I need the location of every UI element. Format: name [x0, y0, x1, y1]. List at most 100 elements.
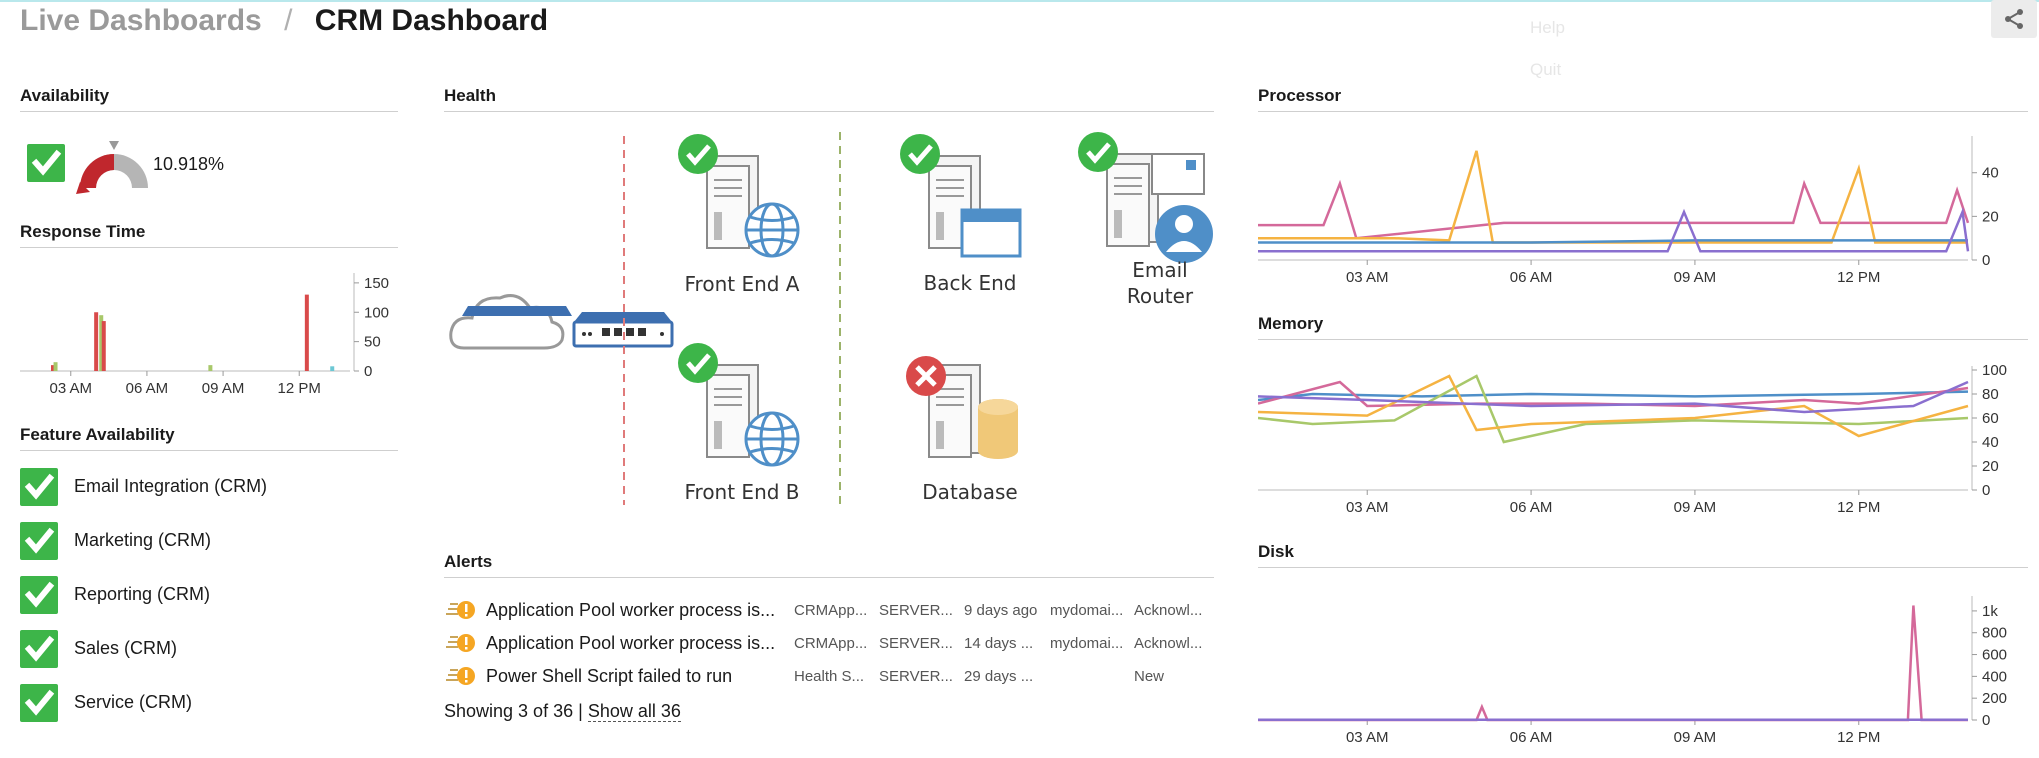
disk-x-tick-label: 03 AM [1346, 729, 1389, 746]
feature-status [20, 522, 58, 560]
switch-icon [462, 306, 572, 316]
warning-icon [446, 667, 475, 685]
disk-y-tick-label: 200 [1982, 690, 2007, 707]
alert-server: SERVER... [879, 668, 953, 685]
availability-value: 10.918% [153, 154, 225, 174]
processor-series-line [1258, 239, 1968, 244]
share-icon [2005, 9, 2023, 29]
memory-title: Memory [1258, 314, 1324, 333]
check-icon [24, 581, 55, 608]
memory-y-tick-label: 40 [1982, 434, 1999, 451]
feature-status [20, 684, 58, 722]
response-time-y-tick-label: 50 [364, 334, 381, 351]
response-time-chart: 03 AM 06 AM 09 AM 12 PM 150 100 50 0 [20, 273, 389, 397]
disk-y-tick-label: 0 [1982, 712, 1990, 729]
processor-series-line [1258, 207, 1970, 253]
back-end-status-ok [900, 134, 940, 174]
response-time-bar [208, 365, 213, 371]
disk-chart: 03 AM 06 AM 09 AM 12 PM 1k 800 600 400 200 0 [1258, 596, 2007, 746]
memory-y-tick-label: 60 [1982, 410, 1999, 427]
breadcrumb: Live Dashboards / CRM Dashboard [20, 4, 548, 38]
alert-source: Health S... [794, 668, 865, 685]
feature-availability-title: Feature Availability [20, 425, 175, 444]
response-time-bar [94, 312, 99, 371]
response-time-y-tick-label: 150 [364, 275, 389, 292]
front-end-a-node[interactable] [678, 134, 800, 258]
alerts-count: Showing 3 of 36 [444, 701, 574, 721]
alert-name[interactable]: Application Pool worker process is... [486, 600, 786, 621]
alert-name[interactable]: Application Pool worker process is... [486, 633, 786, 654]
memory-y-tick-label: 80 [1982, 386, 1999, 403]
feature-label: Email Integration (CRM) [74, 476, 268, 496]
error-icon [906, 356, 946, 396]
feature-label: Marketing (CRM) [74, 530, 212, 550]
feature-status [20, 630, 58, 668]
disk-series-line [1258, 605, 1968, 722]
memory-series-line [1258, 380, 1969, 414]
health-diagram [449, 120, 1213, 505]
feature-label: Reporting (CRM) [74, 584, 211, 604]
show-all-alerts-link[interactable]: Show all 36 [587, 701, 681, 722]
response-time-bar [101, 321, 106, 371]
front-end-a-label: Front End A [684, 272, 800, 296]
response-time-bar [304, 294, 309, 371]
email-router-label-line2: Router [1126, 284, 1194, 308]
disk-divider [1258, 567, 2028, 568]
alert-state: Acknowl... [1134, 602, 1203, 619]
alert-state: New [1134, 668, 1165, 685]
health-divider [444, 111, 1214, 112]
alert-server: SERVER... [879, 602, 953, 619]
disk-title: Disk [1258, 542, 1294, 561]
memory-y-tick-label: 20 [1982, 458, 1999, 475]
alert-row[interactable]: Application Pool worker process is... CR… [444, 596, 1214, 626]
alerts-divider-char: | [578, 701, 583, 721]
disk-x-tick-label: 09 AM [1674, 729, 1717, 746]
email-router-label-line1: Email [1132, 258, 1188, 282]
memory-divider [1258, 339, 2028, 340]
email-router-node[interactable] [1078, 132, 1213, 263]
front-end-b-node[interactable] [678, 343, 800, 467]
breadcrumb-separator: / [284, 4, 293, 37]
response-time-y-tick-label: 0 [364, 363, 372, 380]
alert-age: 9 days ago [964, 602, 1038, 619]
alert-state: Acknowl... [1134, 635, 1203, 652]
share-button[interactable] [1991, 0, 2037, 38]
alert-domain: mydomai... [1050, 635, 1124, 652]
alert-name[interactable]: Power Shell Script failed to run [486, 666, 786, 687]
disk-y-tick-label: 400 [1982, 668, 2007, 685]
network-switch [572, 312, 674, 348]
processor-x-tick-label: 12 PM [1837, 269, 1880, 286]
alert-domain: mydomai... [1050, 602, 1124, 619]
alert-row[interactable]: Application Pool worker process is... CR… [444, 629, 1214, 659]
alert-row[interactable]: Power Shell Script failed to run Health … [444, 662, 1214, 692]
availability-gauge [76, 141, 148, 194]
processor-x-tick-label: 09 AM [1674, 269, 1717, 286]
alert-source: CRMApp... [794, 602, 868, 619]
availability-status [27, 144, 65, 182]
disk-x-tick-label: 06 AM [1510, 729, 1553, 746]
disk-y-tick-label: 1k [1982, 603, 1998, 620]
response-time-bar [330, 366, 335, 371]
disk-x-tick-label: 12 PM [1837, 729, 1880, 746]
processor-divider [1258, 111, 2028, 112]
response-time-bar [53, 362, 58, 371]
check-icon [24, 689, 55, 716]
ghost-menu-help: Help [1530, 18, 1565, 37]
breadcrumb-live-dashboards[interactable]: Live Dashboards [20, 4, 262, 37]
alert-age: 14 days ... [964, 635, 1034, 652]
processor-series-line [1258, 179, 1970, 240]
memory-y-tick-label: 0 [1982, 482, 1990, 499]
feature-availability-divider [20, 450, 398, 451]
availability-divider [20, 111, 398, 112]
top-border [0, 0, 2039, 2]
alert-source: CRMApp... [794, 635, 868, 652]
alerts-title: Alerts [444, 552, 493, 571]
processor-x-tick-label: 03 AM [1346, 269, 1389, 286]
check-icon [24, 635, 55, 662]
back-end-label: Back End [923, 271, 1017, 295]
response-time-x-tick-label: 09 AM [202, 380, 245, 397]
memory-x-tick-label: 12 PM [1837, 499, 1880, 516]
response-time-title: Response Time [20, 222, 146, 241]
processor-y-tick-label: 20 [1982, 208, 1999, 225]
memory-x-tick-label: 09 AM [1674, 499, 1717, 516]
